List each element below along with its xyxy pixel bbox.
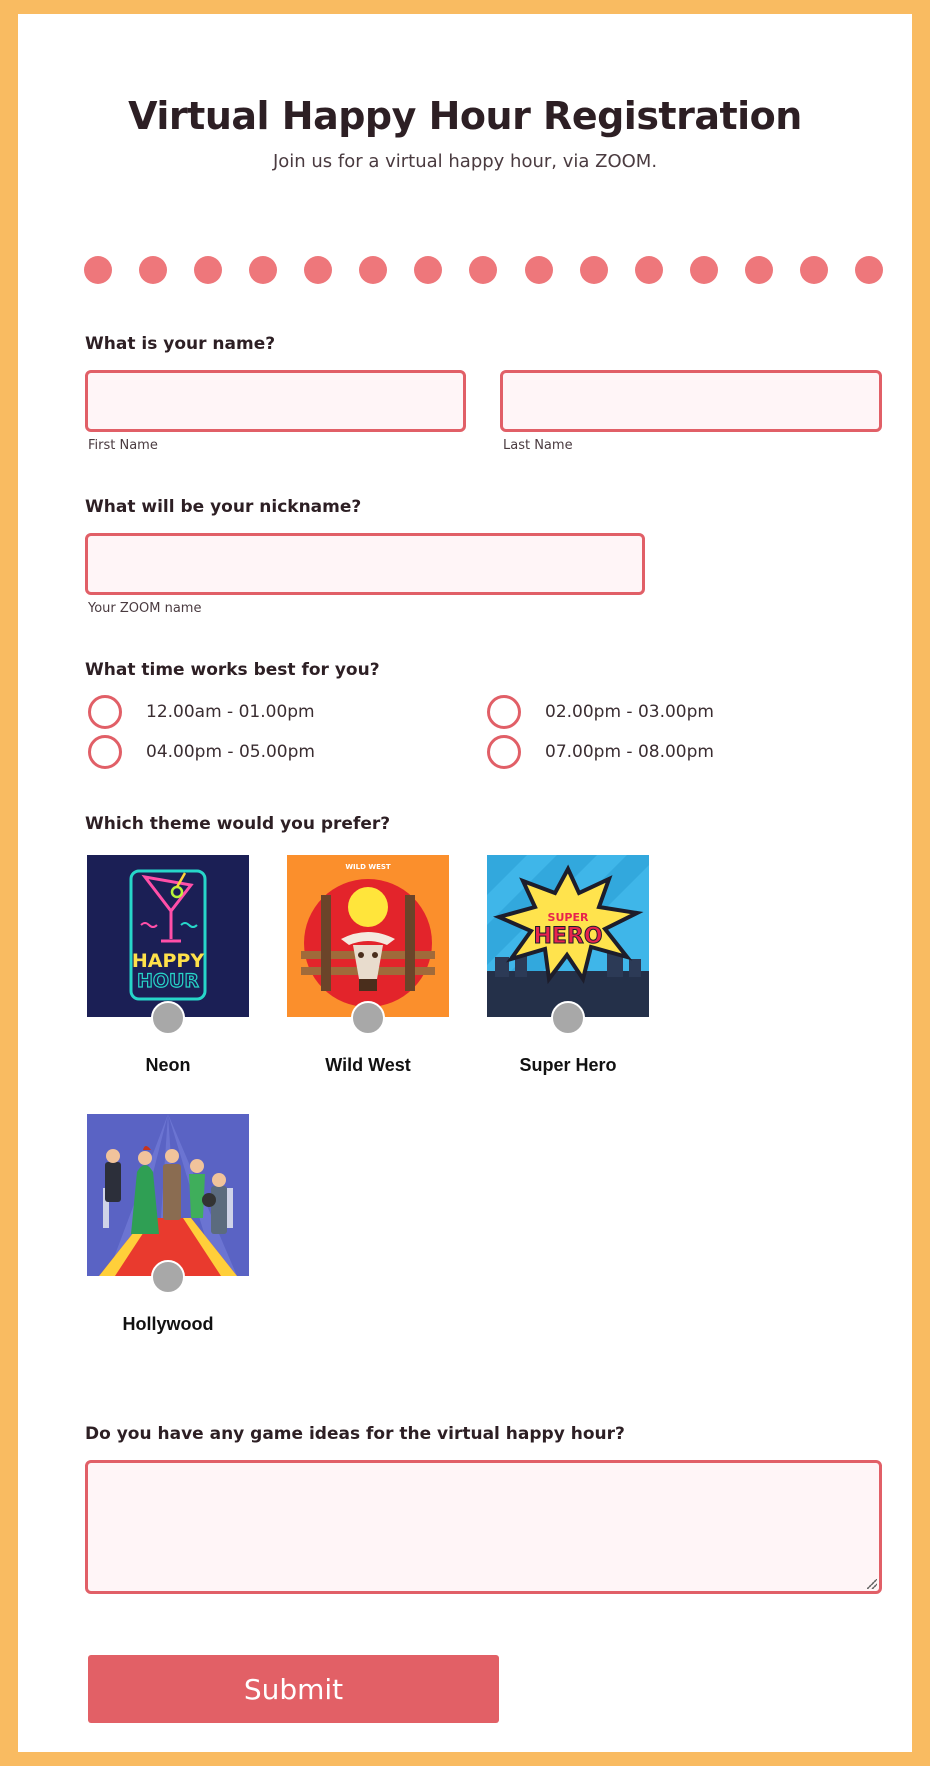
theme-radio-button[interactable] (151, 1260, 185, 1294)
super-hero-image[interactable]: SUPER HERO (487, 855, 649, 1017)
theme-radio-button[interactable] (351, 1001, 385, 1035)
name-question-label: What is your name? (85, 334, 276, 354)
time-option-label: 12.00am - 01.00pm (146, 702, 315, 722)
page-title: Virtual Happy Hour Registration (128, 94, 802, 138)
theme-radio-button[interactable] (551, 1001, 585, 1035)
last-name-sublabel: Last Name (503, 438, 573, 453)
divider-dot (469, 256, 498, 284)
submit-button[interactable]: Submit (88, 1655, 499, 1723)
divider-dot (634, 256, 663, 284)
radio-button[interactable] (487, 735, 521, 769)
divider-dot (854, 256, 883, 284)
divider-dot (579, 256, 608, 284)
theme-name: Hollywood (122, 1314, 214, 1334)
divider-dot (84, 256, 112, 284)
neon-image-text-hour: HOUR (137, 970, 199, 992)
theme-name: Super Hero (519, 1055, 617, 1075)
divider-dot (689, 256, 718, 284)
wild-west-image[interactable]: WILD WEST (287, 855, 449, 1017)
hollywood-red-carpet-image[interactable] (87, 1114, 249, 1276)
divider-dot (249, 256, 278, 284)
theme-name: Wild West (325, 1055, 411, 1075)
super-hero-image-text-super: SUPER (548, 911, 589, 924)
game-ideas-textarea[interactable] (85, 1460, 882, 1594)
super-hero-image-text-hero: HERO (533, 924, 602, 949)
first-name-sublabel: First Name (88, 438, 158, 453)
theme-option-neon[interactable]: HAPPY HOUR Neon (87, 855, 249, 1076)
theme-radio-button[interactable] (151, 1001, 185, 1035)
divider-dot (524, 256, 553, 284)
theme-option-wild-west[interactable]: WILD WEST Wild West (287, 855, 449, 1076)
divider-dot (359, 256, 388, 284)
time-option-07pm-08pm[interactable]: 07.00pm - 08.00pm (487, 735, 714, 769)
nickname-sublabel: Your ZOOM name (88, 601, 202, 616)
neon-happy-hour-image[interactable]: HAPPY HOUR (87, 855, 249, 1017)
radio-button[interactable] (487, 695, 521, 729)
theme-name: Neon (145, 1055, 191, 1075)
last-name-input[interactable] (500, 370, 882, 432)
divider-dot (194, 256, 223, 284)
divider-dot (414, 256, 443, 284)
resize-handle-icon[interactable] (867, 1579, 877, 1589)
theme-option-super-hero[interactable]: SUPER HERO Super Hero (487, 855, 649, 1076)
time-option-12am-01pm[interactable]: 12.00am - 01.00pm (88, 695, 315, 729)
neon-image-text-happy: HAPPY (132, 950, 204, 972)
divider-dot (744, 256, 773, 284)
divider-dot (139, 256, 168, 284)
time-option-04pm-05pm[interactable]: 04.00pm - 05.00pm (88, 735, 315, 769)
decorative-dot-divider (84, 256, 883, 284)
game-ideas-question-label: Do you have any game ideas for the virtu… (85, 1424, 625, 1444)
page-subtitle: Join us for a virtual happy hour, via ZO… (272, 151, 658, 172)
radio-button[interactable] (88, 695, 122, 729)
first-name-input[interactable] (85, 370, 466, 432)
radio-button[interactable] (88, 735, 122, 769)
time-question-label: What time works best for you? (85, 660, 380, 680)
nickname-question-label: What will be your nickname? (85, 497, 362, 517)
divider-dot (304, 256, 333, 284)
divider-dot (799, 256, 828, 284)
time-option-02pm-03pm[interactable]: 02.00pm - 03.00pm (487, 695, 714, 729)
time-option-label: 02.00pm - 03.00pm (545, 702, 714, 722)
theme-question-label: Which theme would you prefer? (85, 814, 391, 834)
nickname-input[interactable] (85, 533, 645, 595)
time-option-label: 04.00pm - 05.00pm (146, 742, 315, 762)
time-option-label: 07.00pm - 08.00pm (545, 742, 714, 762)
wild-west-image-text: WILD WEST (345, 863, 391, 871)
form-container: Virtual Happy Hour Registration Join us … (18, 14, 912, 1752)
theme-option-hollywood[interactable]: Hollywood (87, 1114, 249, 1335)
